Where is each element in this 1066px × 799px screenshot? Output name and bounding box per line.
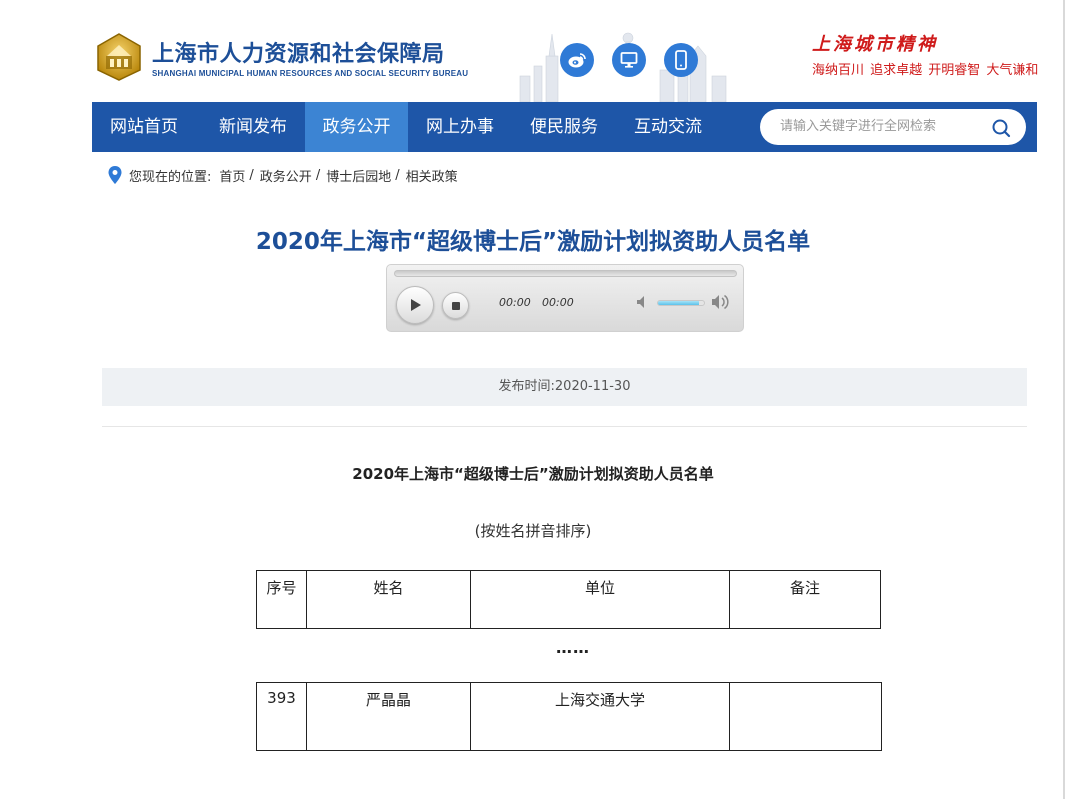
search-input[interactable]: 请输入关键字进行全网检索 xyxy=(780,109,936,145)
site-subtitle: SHANGHAI MUNICIPAL HUMAN RESOURCES AND S… xyxy=(152,69,469,78)
nav-online-services[interactable]: 网上办事 xyxy=(408,102,512,152)
window-frame-edge xyxy=(1063,0,1065,799)
cell-unit: 上海交通大学 xyxy=(470,682,730,751)
seek-bar[interactable] xyxy=(394,270,737,277)
current-time: 00:00 xyxy=(499,296,531,309)
mobile-icon xyxy=(675,50,687,70)
city-spirit-slogan: 海纳百川 追求卓越 开明睿智 大气谦和 xyxy=(812,63,1039,78)
nav-government-affairs[interactable]: 政务公开 xyxy=(305,102,408,152)
search-box[interactable]: 请输入关键字进行全网检索 xyxy=(760,109,1026,145)
stop-button[interactable] xyxy=(442,292,469,319)
cell-remark xyxy=(729,682,882,751)
list-table: 393 严晶晶 上海交通大学 xyxy=(256,682,882,751)
desktop-icon xyxy=(620,52,638,68)
publish-time: 发布时间:2020-11-30 xyxy=(102,368,1027,406)
site-header: 上海市人力资源和社会保障局 SHANGHAI MUNICIPAL HUMAN R… xyxy=(0,0,1066,102)
play-icon xyxy=(411,299,421,311)
document-note: (按姓名拼音排序) xyxy=(474,522,592,540)
site-title[interactable]: 上海市人力资源和社会保障局 xyxy=(152,36,445,68)
breadcrumb-policies[interactable]: 相关政策 xyxy=(406,166,458,185)
breadcrumb: 您现在的位置: 首页 / 政务公开 / 博士后园地 / 相关政策 xyxy=(108,165,458,185)
divider xyxy=(102,426,1027,427)
breadcrumb-home[interactable]: 首页 xyxy=(219,166,245,185)
stop-icon xyxy=(451,301,460,310)
duration: 00:00 xyxy=(542,296,574,309)
audio-player: 00:00 00:00 xyxy=(386,264,744,332)
cell-name: 严晶晶 xyxy=(306,682,471,751)
nav-public-services[interactable]: 便民服务 xyxy=(512,102,616,152)
header-cell-index: 序号 xyxy=(256,570,307,629)
header-cell-name: 姓名 xyxy=(306,570,471,629)
header-cell-remark: 备注 xyxy=(729,570,881,629)
cell-index: 393 xyxy=(256,682,307,751)
location-pin-icon xyxy=(108,166,122,184)
play-button[interactable] xyxy=(396,286,434,324)
table-row: 393 严晶晶 上海交通大学 xyxy=(256,682,882,751)
nav-interaction[interactable]: 互动交流 xyxy=(616,102,720,152)
search-icon[interactable] xyxy=(991,118,1011,138)
breadcrumb-prefix: 您现在的位置: xyxy=(129,169,212,185)
page-title: 2020年上海市“超级博士后”激励计划拟资助人员名单 xyxy=(255,229,811,255)
mobile-button[interactable] xyxy=(664,43,698,77)
list-table-header: 序号 姓名 单位 备注 xyxy=(256,570,881,629)
omitted-rows-marker: …… xyxy=(556,638,590,657)
document-title: 2020年上海市“超级博士后”激励计划拟资助人员名单 xyxy=(352,465,714,483)
nav-news[interactable]: 新闻发布 xyxy=(201,102,305,152)
breadcrumb-government-affairs[interactable]: 政务公开 xyxy=(260,166,312,185)
city-spirit-title: 上海城市精神 xyxy=(812,34,938,55)
nav-home[interactable]: 网站首页 xyxy=(92,102,196,152)
volume-slider[interactable] xyxy=(657,300,705,306)
weibo-button[interactable] xyxy=(560,43,594,77)
bureau-logo[interactable] xyxy=(93,30,145,82)
header-cell-unit: 单位 xyxy=(470,570,730,629)
volume-level xyxy=(658,301,700,305)
volume-high-icon[interactable] xyxy=(710,293,730,311)
desktop-button[interactable] xyxy=(612,43,646,77)
weibo-icon xyxy=(568,53,586,68)
volume-low-icon[interactable] xyxy=(635,294,651,310)
table-header-row: 序号 姓名 单位 备注 xyxy=(256,570,881,629)
breadcrumb-postdoc[interactable]: 博士后园地 xyxy=(326,166,391,185)
main-nav: 网站首页 新闻发布 政务公开 网上办事 便民服务 互动交流 请输入关键字进行全网… xyxy=(92,102,1037,152)
